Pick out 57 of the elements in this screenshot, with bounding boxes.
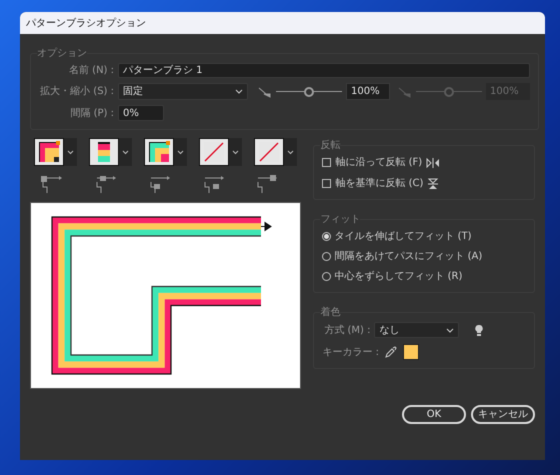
tile-swatch[interactable]: [89, 138, 120, 166]
method-dropdown[interactable]: なし: [374, 322, 460, 338]
dialog-button[interactable]: OK: [402, 405, 466, 424]
group-legend: 反転: [320, 138, 340, 153]
field-label: キーカラー :: [322, 346, 380, 360]
group-legend: 着色: [320, 305, 340, 320]
caret-icon: [446, 328, 454, 332]
lightbulb-icon[interactable]: [475, 324, 484, 336]
caret-icon: [287, 150, 294, 154]
tile-dropdown-button[interactable]: [119, 138, 132, 166]
eyedropper-icon[interactable]: [385, 346, 398, 358]
field-label: 間隔 (P) :: [69, 106, 114, 120]
scale-icon: [398, 86, 412, 98]
caret-icon: [177, 150, 184, 154]
tile-pattern-icon: [257, 140, 282, 164]
name-input-field[interactable]: パターンブラシ 1: [118, 63, 530, 78]
tile-dropdown-button[interactable]: [284, 138, 298, 166]
tile-dropdown-button[interactable]: [64, 138, 77, 166]
caret-icon: [122, 150, 130, 154]
window-title: パターンブラシオプション: [26, 16, 146, 30]
dialog-button[interactable]: キャンセル: [471, 405, 535, 424]
spacing-input-field[interactable]: 0%: [118, 105, 164, 121]
tile-pattern-icon: [202, 140, 226, 164]
group-legend: フィット: [320, 212, 360, 227]
slider-track[interactable]: [276, 86, 342, 96]
tile-pattern-icon: [37, 140, 61, 164]
slider-thumb[interactable]: [304, 86, 314, 96]
tile-dropdown-button[interactable]: [229, 138, 242, 166]
caret-icon: [67, 150, 74, 154]
tile-position-icon: [94, 174, 118, 194]
field-label: 拡大・縮小 (S) :: [39, 84, 114, 99]
tile-position-icon: [40, 174, 64, 194]
caret-icon: [232, 150, 240, 154]
flip-checkbox[interactable]: 軸を基準に反転 (C): [322, 176, 424, 191]
flip-checkbox[interactable]: 軸に沿って反転 (F): [322, 155, 422, 170]
group-legend: オプション: [37, 46, 87, 61]
tile-swatch[interactable]: [254, 138, 284, 166]
tile-position-icon: [202, 174, 226, 194]
tile-swatch[interactable]: [34, 138, 64, 166]
key-color-swatch[interactable]: [403, 344, 420, 360]
fit-radio[interactable]: タイルを伸ばしてフィット (T): [322, 229, 526, 244]
flip-along-icon: [426, 158, 440, 168]
fit-radio[interactable]: 中心をずらしてフィット (R): [322, 269, 526, 284]
tile-swatch[interactable]: [144, 138, 174, 166]
tile-swatch[interactable]: [199, 138, 230, 166]
tile-pattern-icon: [147, 140, 172, 164]
field-label: 名前 (N) :: [68, 64, 114, 78]
tile-dropdown-button[interactable]: [174, 138, 188, 166]
slider-value-field[interactable]: 100%: [346, 83, 390, 100]
slider-track[interactable]: [416, 86, 482, 96]
field-label: 方式 (M) :: [323, 324, 370, 338]
scale-dropdown[interactable]: 固定: [118, 83, 248, 100]
caret-icon: [235, 89, 243, 94]
tile-position-icon: [148, 174, 172, 194]
fit-radio[interactable]: 間隔をあけてパスにフィット (A): [322, 249, 526, 264]
scale-icon: [258, 86, 272, 98]
flip-across-icon: [427, 178, 440, 190]
